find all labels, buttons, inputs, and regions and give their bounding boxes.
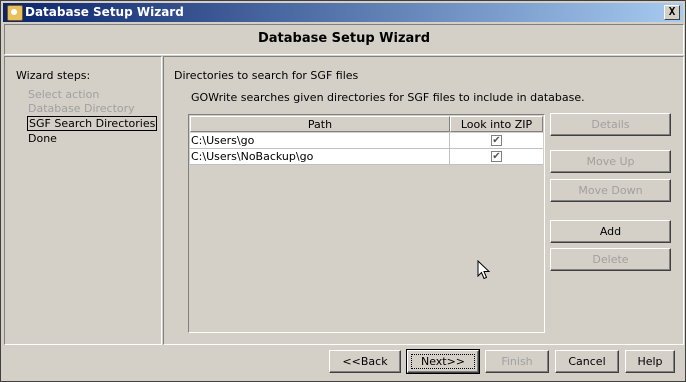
header-panel: Database Setup Wizard	[4, 24, 684, 55]
move-down-button[interactable]: Move Down	[550, 179, 671, 202]
path-cell[interactable]: C:\Users\NoBackup\go	[190, 149, 450, 164]
title-bar[interactable]: Database Setup Wizard X	[3, 3, 683, 22]
close-button[interactable]: X	[664, 5, 680, 20]
cancel-button[interactable]: Cancel	[555, 350, 619, 373]
directories-table[interactable]: Path Look into ZIP files C:\Users\go ✔ C…	[188, 114, 545, 333]
path-cell[interactable]: C:\Users\go	[190, 133, 450, 148]
add-button[interactable]: Add	[550, 220, 671, 243]
wizard-window: Database Setup Wizard X Database Setup W…	[0, 0, 686, 382]
move-up-button[interactable]: Move Up	[550, 150, 671, 173]
wizard-steps-panel: Wizard steps: Select action Database Dir…	[4, 56, 162, 345]
finish-button[interactable]: Finish	[485, 350, 549, 373]
steps-heading: Wizard steps:	[16, 69, 91, 82]
zip-cell[interactable]: ✔	[450, 149, 543, 164]
section-description: GOWrite searches given directories for S…	[191, 91, 585, 104]
details-button[interactable]: Details	[550, 113, 671, 136]
back-button[interactable]: <<Back	[329, 350, 401, 373]
help-button[interactable]: Help	[625, 350, 675, 373]
mouse-pointer-icon	[477, 260, 491, 280]
next-button[interactable]: Next>>	[406, 349, 480, 374]
table-row[interactable]: C:\Users\go ✔	[190, 133, 543, 149]
database-wizard-icon	[7, 5, 23, 21]
step-sgf-search-directories: SGF Search Directories	[27, 116, 158, 131]
zip-checkbox[interactable]: ✔	[491, 135, 502, 146]
zip-cell[interactable]: ✔	[450, 133, 543, 148]
column-header-zip[interactable]: Look into ZIP files	[450, 116, 543, 147]
focus-rectangle	[411, 354, 475, 369]
wizard-title: Database Setup Wizard	[257, 31, 431, 46]
step-done: Done	[28, 132, 57, 145]
step-select-action: Select action	[28, 88, 100, 101]
delete-button[interactable]: Delete	[550, 248, 671, 271]
window-title: Database Setup Wizard	[25, 5, 184, 19]
zip-checkbox[interactable]: ✔	[491, 151, 502, 162]
section-heading: Directories to search for SGF files	[174, 69, 359, 82]
main-panel: Directories to search for SGF files GOWr…	[163, 56, 684, 345]
step-database-directory: Database Directory	[28, 102, 135, 115]
table-row[interactable]: C:\Users\NoBackup\go ✔	[190, 149, 543, 165]
column-header-path[interactable]: Path	[190, 116, 450, 132]
